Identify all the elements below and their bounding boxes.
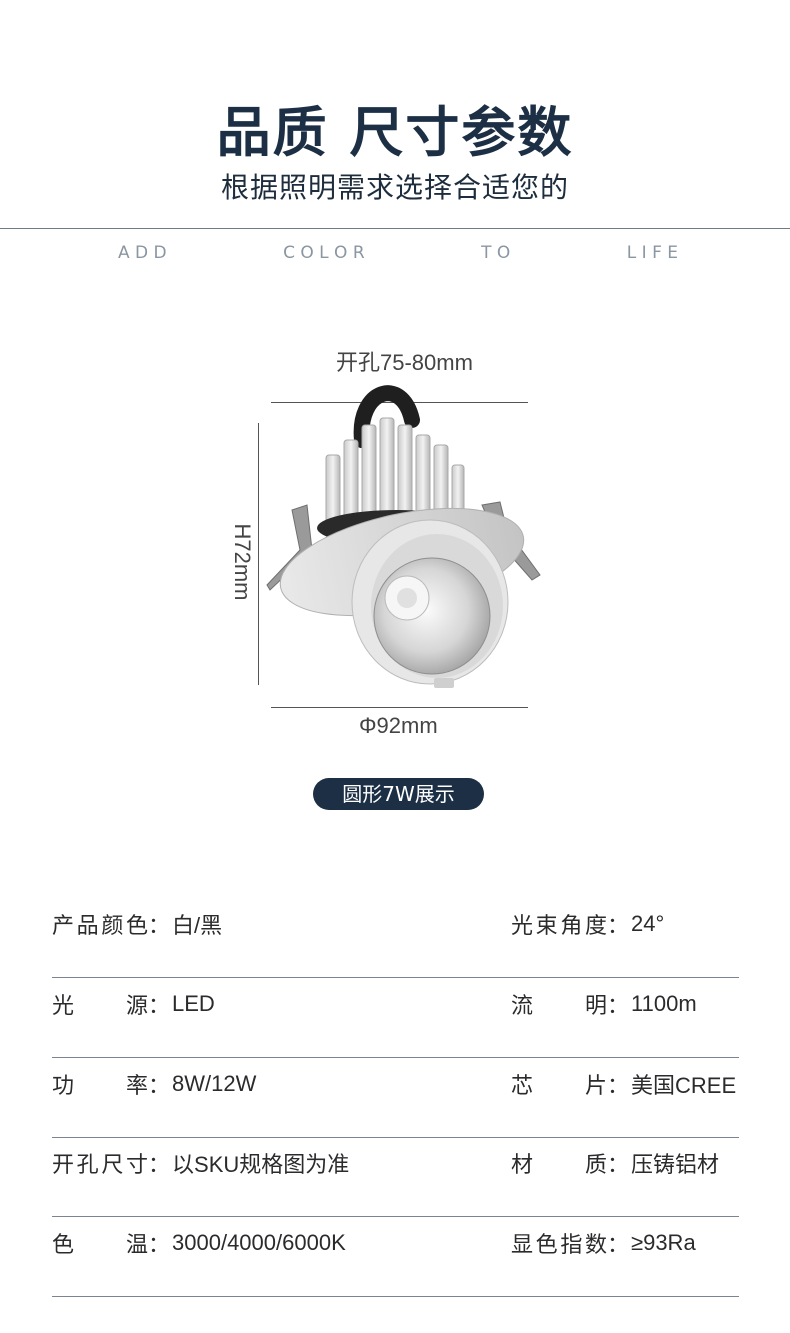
spec-key-char: 角 [560, 914, 583, 939]
spec-left-cell: 色温： 3000/4000/6000K [52, 1228, 346, 1258]
spec-right-cell: 芯片：美国CREE [511, 1069, 736, 1099]
spec-value: 白/黑 [172, 913, 223, 938]
spec-key-char: 显 [511, 1233, 534, 1258]
spec-key-char: 开 [52, 1153, 75, 1178]
spec-key: 光源 [52, 988, 148, 1020]
spec-key-char: 芯 [511, 1074, 534, 1099]
spec-key-char: 色 [52, 1233, 75, 1258]
slogan-word: L I F E [626, 243, 678, 263]
spec-key: 光束角度 [511, 908, 607, 940]
spec-key-char: 产 [52, 914, 75, 939]
spec-row: 功率： 8W/12W 芯片：美国CREE [52, 1057, 739, 1138]
slogan: A D D C O L O R T O L I F E [118, 243, 678, 263]
spec-key-char: 指 [560, 1233, 583, 1258]
spec-key-char: 孔 [76, 1153, 99, 1178]
slogan-word: A D D [118, 243, 167, 263]
spec-left-cell: 产品颜色：白/黑 [52, 909, 222, 939]
spec-left-cell: 功率： 8W/12W [52, 1069, 256, 1099]
spec-key: 芯片 [511, 1068, 607, 1100]
spec-key-char: 色 [535, 1233, 558, 1258]
spec-key: 材质 [511, 1147, 607, 1179]
height-label: H72mm [230, 523, 255, 601]
spec-right-cell: 材质：压铸铝材 [511, 1148, 719, 1178]
spec-key-char: 明 [584, 994, 607, 1019]
spec-key-char: 材 [511, 1153, 534, 1178]
spec-colon: ： [607, 1233, 630, 1258]
spec-value: 美国CREE [631, 1073, 737, 1098]
spec-left-cell: 光源： LED [52, 989, 215, 1019]
model-badge: 圆形7W展示 [313, 778, 484, 810]
spec-key-char: 质 [584, 1153, 607, 1178]
spec-colon: ： [607, 994, 630, 1019]
spec-key: 功率 [52, 1068, 148, 1100]
spec-key: 产品颜色 [52, 908, 148, 940]
spec-left-cell: 开孔尺寸：以SKU规格图为准 [52, 1148, 349, 1178]
spec-key-char: 功 [52, 1074, 75, 1099]
downlight-product-image [266, 385, 541, 688]
spec-key-char: 品 [76, 914, 99, 939]
spec-value: 压铸铝材 [631, 1152, 720, 1177]
spec-row: 光源： LED 流明： 1100m [52, 977, 739, 1058]
spec-key-char: 颜 [101, 914, 124, 939]
spec-key-char: 源 [125, 994, 148, 1019]
page-subtitle: 根据照明需求选择合适您的 [220, 171, 569, 204]
spec-value: LED [172, 991, 215, 1016]
spec-key: 流明 [511, 988, 607, 1020]
spec-key-char: 光 [511, 914, 534, 939]
spec-colon: ： [148, 1074, 171, 1099]
spec-value: 24° [631, 911, 665, 936]
spec-right-cell: 光束角度： 24° [511, 909, 664, 939]
spec-colon: ： [607, 1153, 630, 1178]
header-divider [0, 228, 790, 229]
spec-value: ≥93Ra [631, 1230, 696, 1255]
spec-key-char: 率 [125, 1074, 148, 1099]
spec-key-char: 寸 [125, 1153, 148, 1178]
spec-key-char: 温 [125, 1233, 148, 1258]
spec-row: 开孔尺寸：以SKU规格图为准材质：压铸铝材 [52, 1136, 739, 1217]
spec-value: 以SKU规格图为准 [172, 1152, 350, 1177]
spec-key-char: 束 [535, 914, 558, 939]
spec-row: 产品颜色：白/黑光束角度： 24° [52, 897, 739, 978]
slogan-word: C O L O R [283, 243, 365, 263]
spec-colon: ： [148, 1153, 171, 1178]
spec-key-char: 流 [511, 994, 534, 1019]
diameter-label: Φ92mm [359, 713, 438, 738]
spec-key-char: 尺 [101, 1153, 124, 1178]
spec-value: 8W/12W [172, 1071, 257, 1096]
spec-key-char: 数 [584, 1233, 607, 1258]
slogan-word: T O [481, 243, 511, 263]
spec-value: 1100m [631, 991, 697, 1016]
diameter-dimension-line [271, 707, 528, 708]
spec-right-cell: 流明： 1100m [511, 989, 697, 1019]
opening-size-label: 开孔75-80mm [336, 350, 473, 375]
height-dimension-line [258, 423, 259, 685]
spec-key: 开孔尺寸 [52, 1147, 148, 1179]
spec-colon: ： [148, 1233, 171, 1258]
spec-key: 色温 [52, 1227, 148, 1259]
spec-colon: ： [148, 994, 171, 1019]
spec-key-char: 度 [584, 914, 607, 939]
spec-key: 显色指数 [511, 1227, 607, 1259]
spec-colon: ： [607, 1074, 630, 1099]
spec-key-char: 色 [125, 914, 148, 939]
spec-key-char: 片 [584, 1074, 607, 1099]
spec-value: 3000/4000/6000K [172, 1230, 346, 1255]
spec-colon: ： [607, 914, 630, 939]
spec-row: 色温： 3000/4000/6000K 显色指数： ≥93Ra [52, 1216, 739, 1297]
spec-colon: ： [148, 914, 171, 939]
page-title: 品质 尺寸参数 [216, 101, 574, 164]
spec-right-cell: 显色指数： ≥93Ra [511, 1228, 696, 1258]
spec-key-char: 光 [52, 994, 75, 1019]
